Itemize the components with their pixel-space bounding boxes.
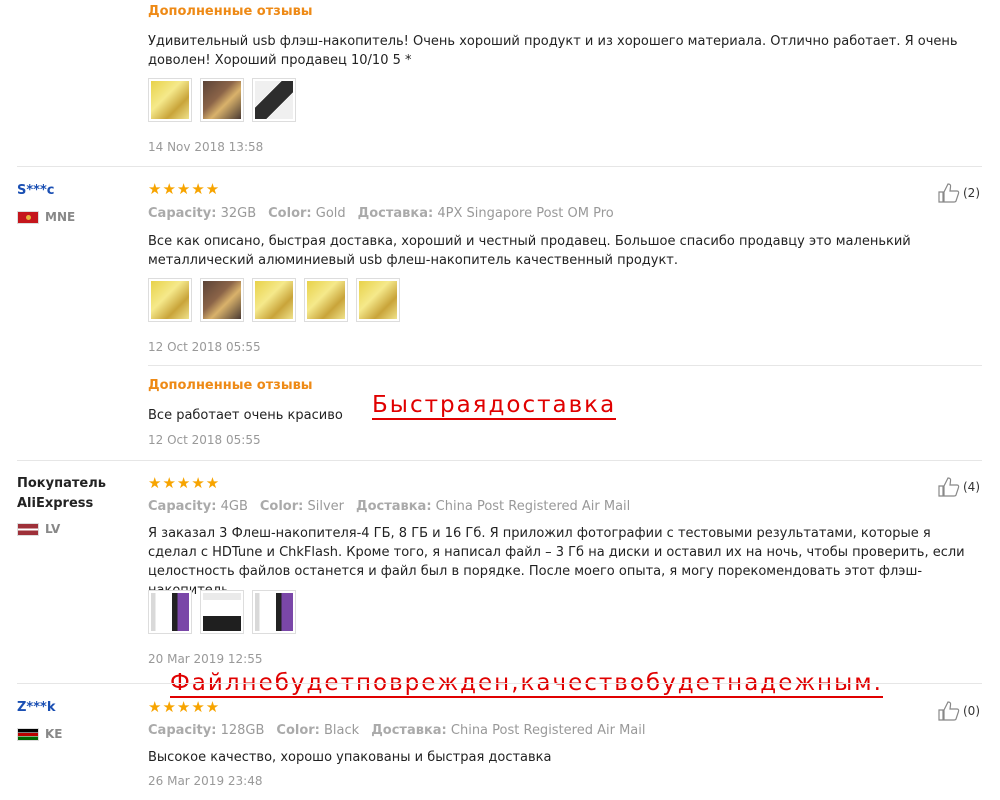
latvia-flag-icon [17,522,39,536]
star-rating: ★★★★★ [148,474,221,492]
helpful-button[interactable]: (4) [938,477,980,497]
product-attributes: Capacity: 4GB Color: Silver Доставка: Ch… [148,499,630,514]
country-code: LV [45,522,61,536]
review-photo[interactable] [252,590,296,634]
review-photo[interactable] [148,590,192,634]
color-label: Color: [268,206,312,221]
capacity-value: 128GB [220,723,265,738]
followup-date: 12 Oct 2018 05:55 [148,433,261,447]
review-text: Я заказал 3 Флеш-накопителя-4 ГБ, 8 ГБ и… [148,526,965,598]
capacity-value: 4GB [220,499,248,514]
product-attributes: Capacity: 32GB Color: Gold Доставка: 4PX… [148,206,614,221]
star-rating: ★★★★★ [148,180,221,198]
helpful-count: (0) [963,704,980,718]
followup-photos [148,78,296,122]
capacity-value: 32GB [220,206,257,221]
helpful-count: (4) [963,480,980,494]
color-value: Gold [315,206,346,221]
divider [148,365,982,366]
helpful-count: (2) [963,186,980,200]
reviewer-name[interactable]: S***c [17,183,54,198]
reviewer-country: MNE [17,210,75,224]
review-photo[interactable] [148,278,192,322]
review-date: 20 Mar 2019 12:55 [148,652,263,666]
review-photos [148,590,296,634]
capacity-label: Capacity: [148,499,217,514]
review-photo[interactable] [304,278,348,322]
review-photos [148,278,400,322]
review-photo[interactable] [200,590,244,634]
color-label: Color: [259,499,304,514]
thumbs-up-icon [938,477,960,497]
reviewer-name[interactable]: Покупатель AliExpress [17,474,127,514]
delivery-label: Доставка: [371,723,447,738]
divider [17,166,982,167]
review-date: 26 Mar 2019 23:48 [148,774,263,788]
followup-title: Дополненные отзывы [148,4,313,19]
review-photo[interactable] [252,78,296,122]
delivery-value: China Post Registered Air Mail [450,723,646,738]
followup-title: Дополненные отзывы [148,378,313,393]
review-date: 12 Oct 2018 05:55 [148,340,261,354]
thumbs-up-icon [938,183,960,203]
delivery-value: 4PX Singapore Post OM Pro [437,206,614,221]
review-text: Высокое качество, хорошо упакованы и быс… [148,750,552,765]
review-photo[interactable] [252,278,296,322]
followup-date: 14 Nov 2018 13:58 [148,140,264,154]
reviewer-name[interactable]: Z***k [17,700,55,715]
review-photo[interactable] [200,78,244,122]
divider [17,683,982,684]
helpful-button[interactable]: (0) [938,701,980,721]
review-text: Все как описано, быстрая доставка, хорош… [148,234,911,268]
review-photo[interactable] [148,78,192,122]
country-code: KE [45,727,63,741]
montenegro-flag-icon [17,210,39,224]
promo-overlay-text: Файлнебудетповрежден,качествобудетнадежн… [170,670,883,698]
review-photo[interactable] [356,278,400,322]
promo-overlay-text: Быстраядоставка [372,392,617,420]
capacity-label: Capacity: [148,723,217,738]
reviewer-country: KE [17,727,63,741]
helpful-button[interactable]: (2) [938,183,980,203]
product-attributes: Capacity: 128GB Color: Black Доставка: C… [148,723,646,738]
delivery-value: China Post Registered Air Mail [435,499,631,514]
color-value: Silver [307,499,344,514]
color-label: Color: [276,723,320,738]
divider [17,460,982,461]
country-code: MNE [45,210,76,224]
reviewer-country: LV [17,522,60,536]
color-value: Black [324,723,360,738]
delivery-label: Доставка: [355,499,432,514]
thumbs-up-icon [938,701,960,721]
kenya-flag-icon [17,727,39,741]
review-photo[interactable] [200,278,244,322]
followup-text: Удивительный usb флэш-накопитель! Очень … [148,34,958,68]
delivery-label: Доставка: [357,206,434,221]
capacity-label: Capacity: [148,206,217,221]
star-rating: ★★★★★ [148,698,221,716]
